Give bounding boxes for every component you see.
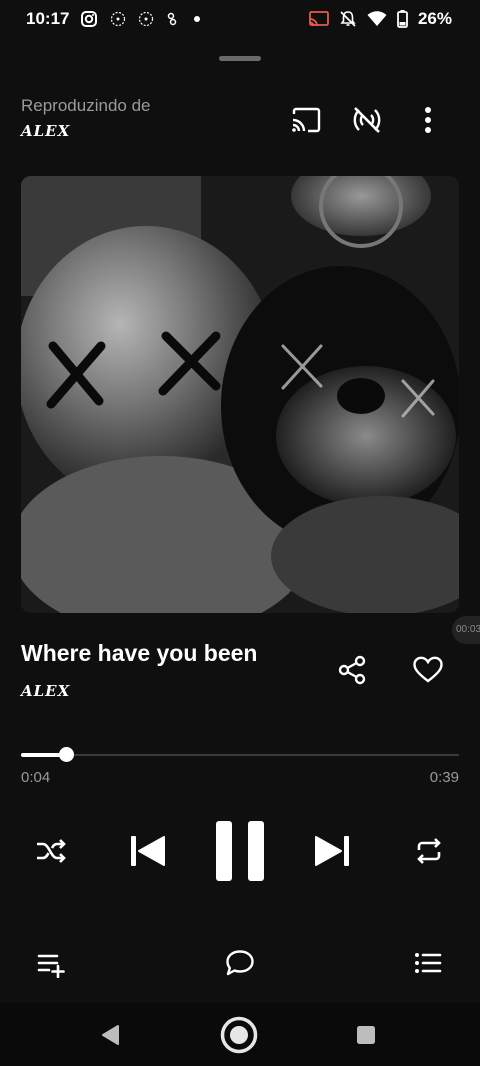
skip-previous-icon xyxy=(131,836,165,866)
cast-icon xyxy=(309,11,329,27)
track-title: Where have you been xyxy=(21,640,258,666)
cast-icon xyxy=(292,107,321,133)
notification-icons xyxy=(80,10,202,28)
nav-back-button[interactable] xyxy=(90,1015,130,1055)
elapsed-time: 0:04 xyxy=(21,769,51,786)
heart-icon xyxy=(413,656,443,683)
album-artwork xyxy=(21,176,459,613)
app-icon xyxy=(110,11,126,27)
shuffle-button[interactable] xyxy=(26,826,76,876)
total-time: 0:39 xyxy=(429,769,459,786)
lyrics-button[interactable] xyxy=(218,941,262,985)
cast-button[interactable] xyxy=(286,100,326,140)
shuffle-icon xyxy=(37,839,66,863)
track-artist[interactable]: ALEX xyxy=(21,682,70,700)
queue-button[interactable] xyxy=(406,941,450,985)
back-triangle-icon xyxy=(102,1025,119,1045)
skip-next-icon xyxy=(315,836,349,866)
status-time: 10:17 xyxy=(26,9,70,28)
progress-track[interactable] xyxy=(21,754,459,756)
nav-recents-button[interactable] xyxy=(346,1015,386,1055)
sheet-drag-handle[interactable] xyxy=(219,56,261,61)
more-vertical-icon xyxy=(425,107,431,133)
playing-from-label: Reproduzindo de xyxy=(21,96,151,115)
instagram-icon xyxy=(81,11,97,27)
progress-knob[interactable] xyxy=(59,747,74,762)
chat-bubble-icon xyxy=(226,950,254,976)
share-button[interactable] xyxy=(332,650,372,690)
nav-home-button[interactable] xyxy=(218,1014,260,1056)
broadcast-off-icon xyxy=(353,107,381,133)
dot-icon xyxy=(194,16,200,22)
artwork-image xyxy=(21,176,459,613)
side-timestamp: 00:03 xyxy=(452,616,480,644)
pause-button[interactable] xyxy=(208,816,272,886)
broadcast-off-button[interactable] xyxy=(347,100,387,140)
repeat-icon xyxy=(417,838,441,864)
share-icon xyxy=(338,655,366,685)
home-circle-icon xyxy=(220,1016,258,1054)
system-navigation-bar xyxy=(0,1003,480,1066)
battery-level: 26% xyxy=(417,9,452,28)
pause-icon xyxy=(216,821,264,881)
more-options-button[interactable] xyxy=(408,100,448,140)
status-bar: 10:17 26% xyxy=(0,0,480,38)
system-icons: 26% xyxy=(309,9,452,29)
next-button[interactable] xyxy=(307,826,357,876)
wifi-icon xyxy=(367,11,387,26)
app-icon xyxy=(138,11,154,27)
recents-square-icon xyxy=(357,1026,375,1044)
favorite-button[interactable] xyxy=(408,650,448,690)
battery-icon xyxy=(397,10,408,28)
repeat-button[interactable] xyxy=(404,826,454,876)
playing-from-source[interactable]: ALEX xyxy=(21,122,70,140)
app-icon xyxy=(167,12,177,26)
mute-icon xyxy=(340,11,356,27)
add-to-playlist-button[interactable] xyxy=(30,943,74,987)
previous-button[interactable] xyxy=(123,826,173,876)
queue-list-icon xyxy=(415,953,442,973)
playlist-add-icon xyxy=(37,954,65,978)
